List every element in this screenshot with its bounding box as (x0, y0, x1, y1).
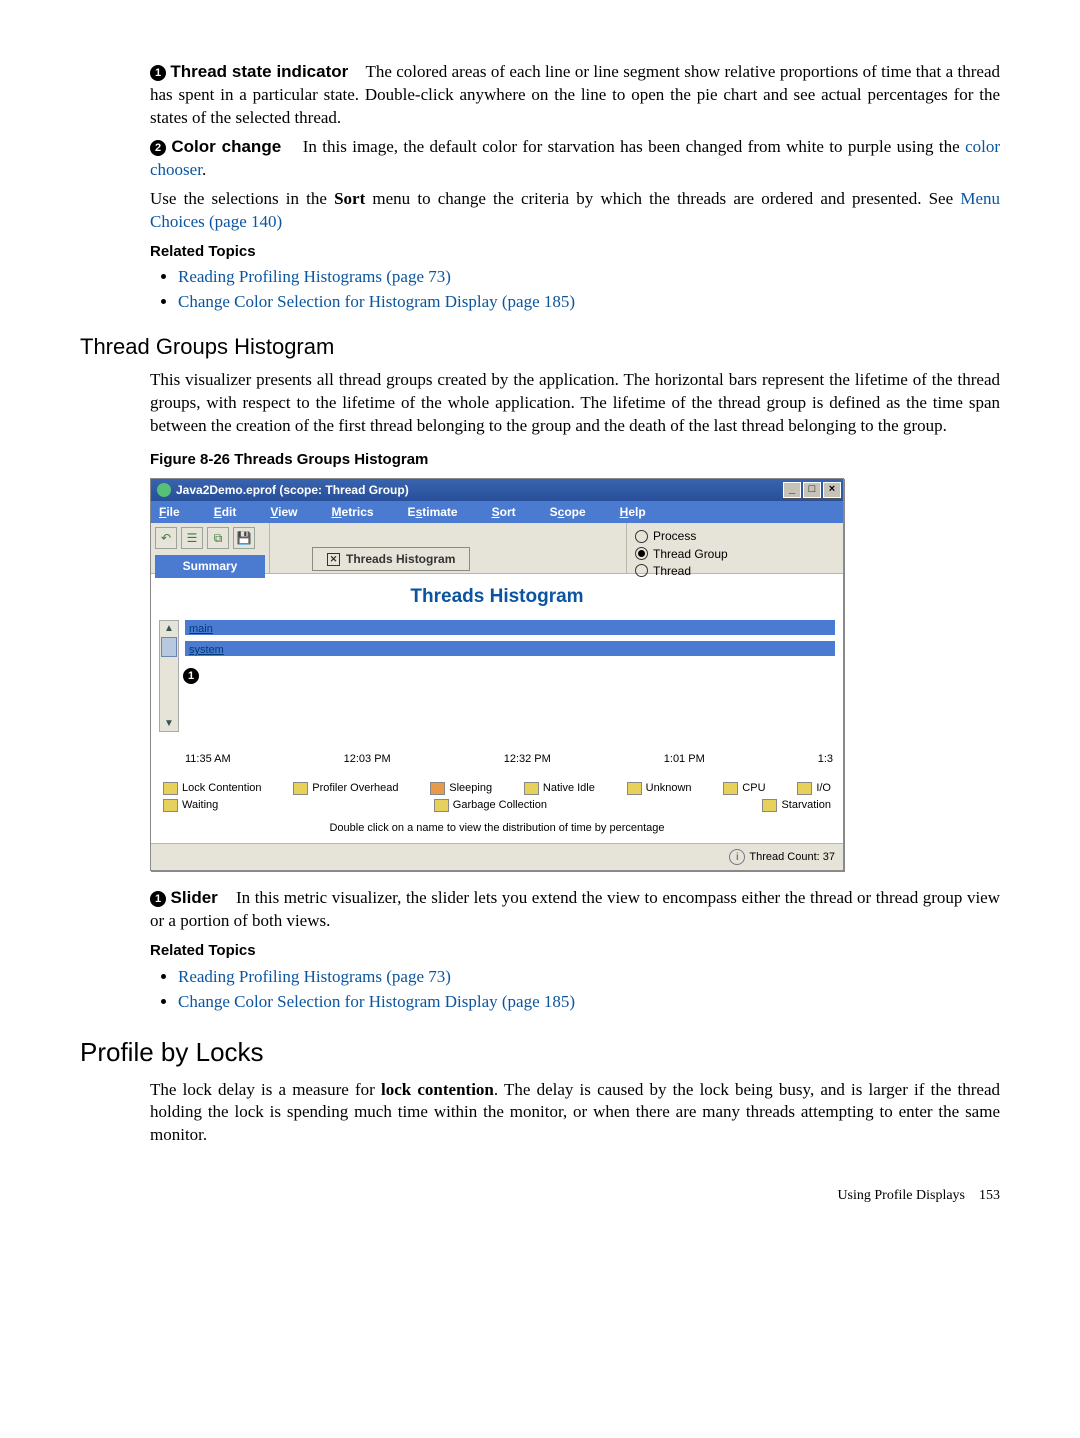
bar-main-label[interactable]: main (189, 622, 839, 637)
vertical-slider[interactable]: ▲ ▼ (159, 620, 179, 732)
list-item: Reading Profiling Histograms (page 73) (178, 966, 1000, 989)
legend-gc: Garbage Collection (434, 798, 547, 813)
list-item: Change Color Selection for Histogram Dis… (178, 291, 1000, 314)
sort-b: menu to change the criteria by which the… (365, 189, 960, 208)
legend-waiting: Waiting (163, 798, 218, 813)
tab-close-icon[interactable]: ✕ (327, 553, 340, 566)
thread-state-indicator-para: 1 Thread state indicator The colored are… (150, 61, 1000, 130)
page-footer: Using Profile Displays 153 (80, 1187, 1000, 1206)
sort-bold: Sort (334, 189, 365, 208)
legend-starvation: Starvation (762, 798, 831, 813)
slider-title: Slider (171, 888, 218, 907)
callout-1-icon: 1 (183, 668, 199, 684)
close-button[interactable]: × (823, 482, 841, 498)
slider-body: In this metric visualizer, the slider le… (150, 888, 1000, 930)
thread-groups-para: This visualizer presents all thread grou… (150, 369, 1000, 438)
color-change-title: Color change (171, 137, 281, 156)
menu-metrics[interactable]: Metrics (332, 504, 374, 520)
slider-para: 1 Slider In this metric visualizer, the … (150, 887, 1000, 933)
change-color-link-1[interactable]: Change Color Selection for Histogram Dis… (178, 292, 575, 311)
axis-tick: 11:35 AM (185, 752, 231, 767)
axis-tick: 12:03 PM (344, 752, 391, 767)
thread-state-indicator-title: Thread state indicator (170, 62, 348, 81)
toolbar: ↶ ☰ ⧉ 💾 Summary (151, 523, 270, 573)
list-item: Change Color Selection for Histogram Dis… (178, 991, 1000, 1014)
radio-icon (635, 564, 648, 577)
radio-icon (635, 530, 648, 543)
change-color-link-2[interactable]: Change Color Selection for Histogram Dis… (178, 992, 575, 1011)
related-topics-heading-2: Related Topics (150, 941, 1000, 961)
menu-scope[interactable]: Scope (550, 504, 586, 520)
chart-callout-1: 1 (183, 668, 199, 684)
info-icon: i (729, 849, 745, 865)
summary-tab[interactable]: Summary (155, 555, 265, 577)
menu-bar: File Edit View Metrics Estimate Sort Sco… (151, 501, 843, 523)
axis-tick: 1:3 (818, 752, 833, 767)
legend-lock-contention: Lock Contention (163, 781, 262, 796)
menu-view[interactable]: View (270, 504, 297, 520)
chart-hint: Double click on a name to view the distr… (159, 821, 835, 836)
legend-unknown: Unknown (627, 781, 692, 796)
copy-icon[interactable]: ⧉ (207, 527, 229, 549)
slider-up-icon[interactable]: ▲ (160, 621, 178, 637)
legend-native-idle: Native Idle (524, 781, 595, 796)
menu-file[interactable]: File (159, 504, 180, 520)
window-title: Java2Demo.eprof (scope: Thread Group) (176, 482, 783, 498)
menu-estimate[interactable]: Estimate (408, 504, 458, 520)
footer-page: 153 (979, 1188, 1000, 1203)
app-icon (157, 483, 171, 497)
threads-tab-label: Threads Histogram (346, 551, 455, 567)
back-icon[interactable]: ↶ (155, 527, 177, 549)
locks-a: The lock delay is a measure for (150, 1080, 381, 1099)
legend-sleeping: Sleeping (430, 781, 492, 796)
maximize-button[interactable]: □ (803, 482, 821, 498)
slider-down-icon[interactable]: ▼ (160, 716, 178, 732)
sort-a: Use the selections in the (150, 189, 334, 208)
menu-help[interactable]: Help (620, 504, 646, 520)
list-item: Reading Profiling Histograms (page 73) (178, 266, 1000, 289)
scope-panel: Process Thread Group Thread (627, 523, 843, 573)
save-icon[interactable]: 💾 (233, 527, 255, 549)
chart-title: Threads Histogram (159, 584, 835, 610)
locks-bold: lock contention (381, 1080, 494, 1099)
radio-icon (635, 547, 648, 560)
footer-section: Using Profile Displays (837, 1188, 965, 1203)
sort-menu-para: Use the selections in the Sort menu to c… (150, 188, 1000, 234)
menu-sort[interactable]: Sort (492, 504, 516, 520)
axis-tick: 1:01 PM (664, 752, 705, 767)
callout-1-icon: 1 (150, 891, 166, 907)
slider-handle[interactable] (161, 637, 177, 657)
color-change-body-b: . (202, 160, 206, 179)
reading-histograms-link-2[interactable]: Reading Profiling Histograms (page 73) (178, 967, 451, 986)
thread-groups-heading: Thread Groups Histogram (80, 332, 1000, 362)
scope-thread[interactable]: Thread (635, 563, 835, 579)
legend-profiler-overhead: Profiler Overhead (293, 781, 398, 796)
color-change-body-a: In this image, the default color for sta… (303, 137, 965, 156)
profile-by-locks-heading: Profile by Locks (80, 1035, 1000, 1070)
legend-io: I/O (797, 781, 831, 796)
thread-count-label: Thread Count: 37 (749, 850, 835, 865)
status-bar: i Thread Count: 37 (151, 843, 843, 870)
callout-1-icon: 1 (150, 65, 166, 81)
window-titlebar[interactable]: Java2Demo.eprof (scope: Thread Group) _ … (151, 479, 843, 501)
doc-icon[interactable]: ☰ (181, 527, 203, 549)
minimize-button[interactable]: _ (783, 482, 801, 498)
axis-tick: 12:32 PM (504, 752, 551, 767)
bar-system-label[interactable]: system (189, 643, 839, 658)
profiler-window: Java2Demo.eprof (scope: Thread Group) _ … (150, 478, 844, 871)
figure-caption: Figure 8-26 Threads Groups Histogram (150, 450, 1000, 470)
threads-histogram-tab[interactable]: ✕ Threads Histogram (312, 547, 470, 571)
scope-process[interactable]: Process (635, 528, 835, 544)
menu-edit[interactable]: Edit (214, 504, 237, 520)
color-change-para: 2 Color change In this image, the defaul… (150, 136, 1000, 182)
legend-cpu: CPU (723, 781, 765, 796)
scope-thread-group[interactable]: Thread Group (635, 546, 835, 562)
related-topics-heading-1: Related Topics (150, 242, 1000, 262)
profile-locks-para: The lock delay is a measure for lock con… (150, 1079, 1000, 1148)
callout-2-icon: 2 (150, 140, 166, 156)
chart-area: Threads Histogram ▲ ▼ main system 1 (151, 573, 843, 843)
reading-histograms-link-1[interactable]: Reading Profiling Histograms (page 73) (178, 267, 451, 286)
